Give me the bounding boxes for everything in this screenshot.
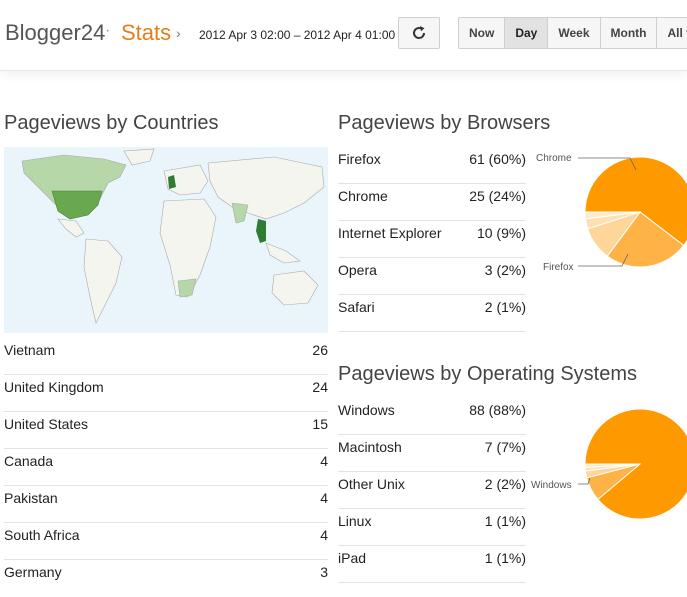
range-now-button[interactable]: Now bbox=[459, 18, 506, 48]
country-pageviews: 24 bbox=[312, 379, 328, 395]
pie-slice-label: Chrome bbox=[536, 153, 572, 164]
os-pageviews: 7 (7%) bbox=[484, 439, 526, 455]
pie-slice-label: Windows bbox=[531, 480, 572, 491]
world-map[interactable] bbox=[4, 147, 328, 333]
browser-pie-chart[interactable]: Chrome Firefox bbox=[528, 140, 687, 280]
browser-name: Safari bbox=[338, 299, 375, 315]
world-map-graphic bbox=[21, 148, 325, 324]
country-pageviews: 4 bbox=[320, 453, 328, 469]
country-pageviews: 15 bbox=[312, 416, 328, 432]
country-row: United States 15 bbox=[4, 412, 328, 449]
browser-row: Internet Explorer 10 (9%) bbox=[338, 221, 526, 258]
os-row: Linux 1 (1%) bbox=[338, 509, 526, 546]
os-name: Windows bbox=[338, 402, 395, 418]
country-name: United Kingdom bbox=[4, 379, 104, 395]
browser-row: Safari 2 (1%) bbox=[338, 295, 526, 332]
browser-row: Chrome 25 (24%) bbox=[338, 184, 526, 221]
country-row: South Africa 4 bbox=[4, 523, 328, 560]
title-separator: · bbox=[105, 22, 111, 39]
browser-row: Opera 3 (2%) bbox=[338, 258, 526, 295]
browser-name: Internet Explorer bbox=[338, 225, 442, 241]
country-name: Germany bbox=[4, 564, 62, 580]
country-name: South Africa bbox=[4, 527, 80, 543]
browser-row: Firefox 61 (60%) bbox=[338, 147, 526, 184]
time-range-selector: Now Day Week Month All ti bbox=[458, 17, 687, 49]
country-name: United States bbox=[4, 416, 89, 432]
country-name: Vietnam bbox=[4, 342, 56, 358]
os-row: iPad 1 (1%) bbox=[338, 546, 526, 583]
refresh-icon bbox=[413, 26, 426, 39]
country-row: United Kingdom 24 bbox=[4, 375, 328, 412]
os-panel-title: Pageviews by Operating Systems bbox=[338, 363, 638, 385]
blog-name[interactable]: Blogger24 bbox=[5, 20, 105, 46]
browser-pageviews: 25 (24%) bbox=[469, 188, 526, 204]
browser-name: Opera bbox=[338, 262, 377, 278]
os-row: Windows 88 (88%) bbox=[338, 398, 526, 435]
browser-pageviews: 61 (60%) bbox=[469, 151, 526, 167]
country-name: Canada bbox=[4, 453, 54, 469]
country-pageviews: 26 bbox=[312, 342, 328, 358]
breadcrumb-arrow: › bbox=[176, 25, 181, 41]
os-pie-chart[interactable]: Windows bbox=[528, 392, 687, 532]
range-all-time-button[interactable]: All ti bbox=[657, 18, 687, 48]
country-pageviews: 3 bbox=[320, 564, 328, 580]
os-name: iPad bbox=[338, 550, 367, 566]
country-row: Pakistan 4 bbox=[4, 486, 328, 523]
os-pageviews: 1 (1%) bbox=[484, 513, 526, 529]
browsers-panel-title: Pageviews by Browsers bbox=[338, 112, 551, 134]
pie-slice-label: Firefox bbox=[543, 262, 574, 273]
browser-name: Chrome bbox=[338, 188, 388, 204]
country-pageviews: 4 bbox=[320, 490, 328, 506]
stats-header: Blogger24 · Stats › 2012 Apr 3 02:00 – 2… bbox=[0, 0, 687, 71]
country-name: Pakistan bbox=[4, 490, 58, 506]
browser-pageviews: 10 (9%) bbox=[476, 225, 526, 241]
range-week-button[interactable]: Week bbox=[548, 18, 601, 48]
country-pageviews: 4 bbox=[320, 527, 328, 543]
range-month-button[interactable]: Month bbox=[600, 18, 658, 48]
country-row: Canada 4 bbox=[4, 449, 328, 486]
browser-pageviews: 2 (1%) bbox=[484, 299, 526, 315]
range-day-button[interactable]: Day bbox=[505, 18, 549, 48]
countries-panel-title: Pageviews by Countries bbox=[4, 112, 219, 134]
refresh-button[interactable] bbox=[398, 17, 440, 49]
browser-name: Firefox bbox=[338, 151, 381, 167]
os-pageviews: 1 (1%) bbox=[484, 550, 526, 566]
os-pageviews: 88 (88%) bbox=[469, 402, 526, 418]
os-row: Macintosh 7 (7%) bbox=[338, 435, 526, 472]
os-row: Other Unix 2 (2%) bbox=[338, 472, 526, 509]
country-row: Germany 3 bbox=[4, 560, 328, 597]
country-row: Vietnam 26 bbox=[4, 338, 328, 375]
date-range-label: 2012 Apr 3 02:00 – 2012 Apr 4 01:00 bbox=[199, 28, 396, 42]
browser-pageviews: 3 (2%) bbox=[484, 262, 526, 278]
os-name: Other Unix bbox=[338, 476, 405, 492]
page-title: Stats bbox=[121, 20, 172, 45]
os-pageviews: 2 (2%) bbox=[484, 476, 526, 492]
os-name: Macintosh bbox=[338, 439, 402, 455]
os-name: Linux bbox=[338, 513, 372, 529]
